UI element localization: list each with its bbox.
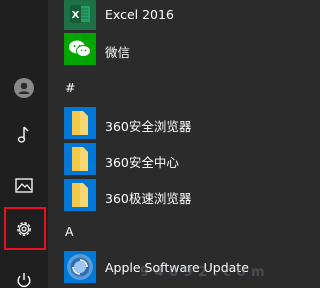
user-icon	[14, 78, 34, 98]
power-icon	[17, 273, 31, 288]
app-item-wechat[interactable]: 微信	[48, 31, 271, 67]
pictures-icon	[15, 177, 33, 193]
folder-icon	[64, 179, 96, 211]
section-header-hash[interactable]: #	[65, 80, 75, 95]
app-label-360-extreme: 360极速浏览器	[105, 191, 192, 206]
user-account-button[interactable]	[0, 66, 48, 110]
watermark: 9 4 0 9 2 . c o m	[139, 265, 265, 280]
folder-icon	[64, 143, 96, 175]
wechat-icon	[64, 33, 96, 65]
music-icon	[17, 126, 29, 143]
app-item-360-extreme[interactable]: 360极速浏览器	[48, 177, 271, 213]
section-header-a[interactable]: A	[65, 224, 74, 239]
app-item-360-browser[interactable]: 360安全浏览器	[48, 105, 271, 141]
app-label-wechat: 微信	[105, 45, 131, 60]
svg-text:X: X	[72, 10, 80, 21]
power-button[interactable]	[0, 258, 48, 288]
app-list: X Excel 2016 微信 # 360安全浏览器 360安全中心 360极速…	[48, 0, 271, 288]
excel-icon: X	[64, 0, 96, 30]
folder-icon	[64, 107, 96, 139]
app-label-360-browser: 360安全浏览器	[105, 119, 192, 134]
music-button[interactable]	[0, 113, 48, 157]
apple-update-icon	[64, 251, 96, 283]
app-label-excel: Excel 2016	[105, 7, 174, 22]
app-label-360-center: 360安全中心	[105, 155, 179, 170]
app-item-360-center[interactable]: 360安全中心	[48, 141, 271, 177]
start-menu: X Excel 2016 微信 # 360安全浏览器 360安全中心 360极速…	[0, 0, 271, 288]
start-rail	[0, 0, 48, 288]
pictures-button[interactable]	[0, 163, 48, 207]
settings-highlight-box	[4, 207, 46, 250]
